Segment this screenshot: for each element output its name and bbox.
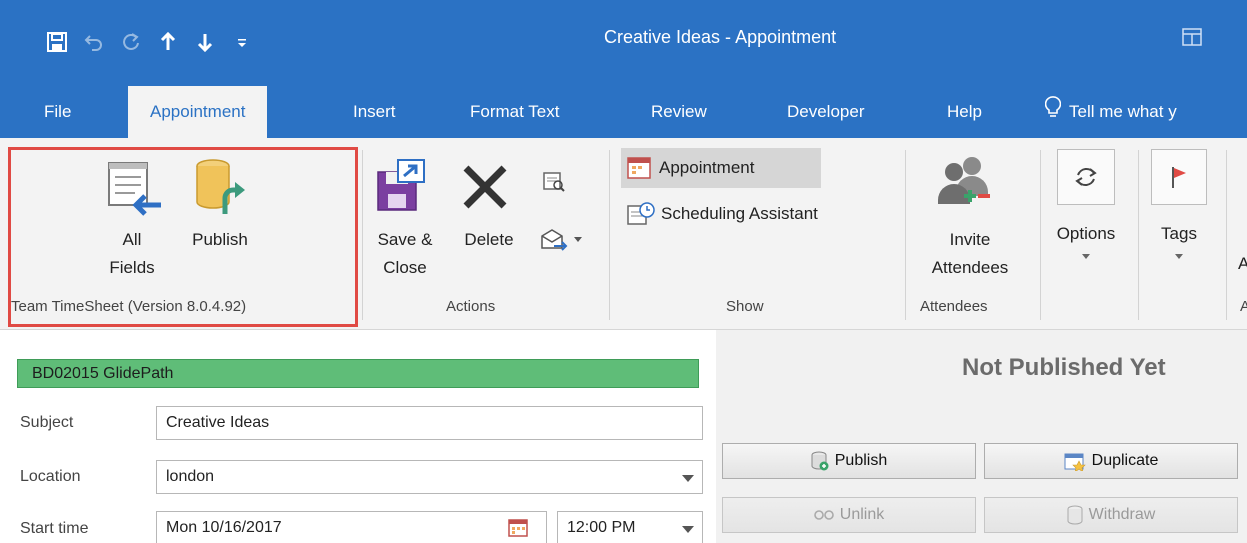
- tab-format-text[interactable]: Format Text: [470, 86, 559, 138]
- save-icon[interactable]: [38, 24, 75, 60]
- invite-attendees-button[interactable]: Invite Attendees: [913, 226, 1027, 282]
- highlight-box: [8, 147, 358, 327]
- tags-label: Tags: [1161, 224, 1197, 243]
- tab-appointment[interactable]: Appointment: [128, 86, 268, 138]
- group-separator: [1226, 150, 1227, 320]
- scheduling-assistant-icon: [627, 202, 655, 225]
- redo-icon[interactable]: [112, 24, 149, 60]
- group-separator: [609, 150, 610, 320]
- cut-off-group-label: A: [1240, 298, 1247, 315]
- forward-dropdown-icon[interactable]: [540, 228, 582, 252]
- unlink-icon: [813, 510, 834, 520]
- title-bar: Creative Ideas - Appointment: [0, 0, 1247, 86]
- start-time-value: 12:00 PM: [567, 519, 636, 536]
- group-separator: [362, 150, 363, 320]
- options-label: Options: [1056, 224, 1116, 243]
- panel-duplicate-label: Duplicate: [1091, 452, 1159, 469]
- group-separator: [1040, 150, 1041, 320]
- start-time-label: Start time: [20, 520, 89, 537]
- duplicate-icon: [1064, 453, 1086, 471]
- customize-qat-icon[interactable]: [223, 24, 260, 60]
- tags-button[interactable]: Tags: [1151, 220, 1207, 262]
- undo-icon[interactable]: [75, 24, 112, 60]
- panel-unlink-label: Unlink: [839, 506, 885, 523]
- location-value: london: [166, 468, 215, 485]
- location-dropdown-icon[interactable]: [682, 475, 694, 482]
- invite-attendees-icon: [936, 154, 992, 215]
- start-time-dropdown-icon[interactable]: [682, 526, 694, 533]
- tags-flag-icon: [1151, 149, 1207, 205]
- tags-dropdown-icon: [1151, 248, 1207, 262]
- panel-withdraw-label: Withdraw: [1088, 506, 1156, 523]
- invite-label-2: Attendees: [931, 258, 1009, 277]
- withdraw-icon: [1067, 505, 1083, 525]
- calendar-picker-icon[interactable]: [508, 518, 528, 543]
- save-close-label-1: Save &: [377, 230, 433, 249]
- show-group-label: Show: [726, 298, 764, 315]
- cut-off-button-label: A: [1238, 254, 1247, 273]
- location-label: Location: [20, 468, 81, 485]
- publish-status: Not Published Yet: [962, 354, 1166, 381]
- group-separator: [905, 150, 906, 320]
- window-title: Creative Ideas - Appointment: [604, 27, 837, 47]
- location-combobox[interactable]: london: [156, 460, 703, 494]
- invite-label-1: Invite: [949, 230, 991, 249]
- lightbulb-icon: [1044, 87, 1062, 139]
- options-button[interactable]: Options: [1048, 220, 1124, 262]
- appointment-view-label: Appointment: [659, 158, 755, 177]
- arrow-up-icon[interactable]: [149, 24, 186, 60]
- subject-input[interactable]: Creative Ideas: [156, 406, 703, 440]
- category-bar: BD02015 GlidePath: [17, 359, 699, 388]
- panel-withdraw-button[interactable]: Withdraw: [984, 497, 1238, 533]
- appointment-icon: [627, 157, 651, 179]
- arrow-down-icon[interactable]: [186, 24, 223, 60]
- tab-developer[interactable]: Developer: [787, 86, 865, 138]
- options-icon: [1057, 149, 1115, 205]
- panel-duplicate-button[interactable]: Duplicate: [984, 443, 1238, 479]
- delete-button[interactable]: Delete: [453, 226, 525, 254]
- save-close-label-2: Close: [383, 258, 427, 277]
- tab-help[interactable]: Help: [947, 86, 982, 138]
- panel-publish-button[interactable]: Publish: [722, 443, 976, 479]
- tab-file[interactable]: File: [44, 86, 71, 138]
- ribbon-display-options-icon[interactable]: [1182, 28, 1204, 48]
- panel-unlink-button[interactable]: Unlink: [722, 497, 976, 533]
- actions-group-label: Actions: [446, 298, 496, 315]
- start-date-input[interactable]: Mon 10/16/2017: [156, 511, 547, 543]
- quick-access-toolbar: [38, 24, 260, 60]
- panel-publish-label: Publish: [834, 452, 888, 469]
- attendees-group-label: Attendees: [920, 298, 988, 315]
- start-date-value: Mon 10/16/2017: [166, 519, 282, 536]
- ribbon-tabs: File Appointment Insert Format Text Revi…: [0, 86, 1247, 138]
- tell-me-search[interactable]: Tell me what y: [1044, 86, 1177, 139]
- scheduling-assistant-label: Scheduling Assistant: [661, 204, 818, 223]
- group-separator: [1138, 150, 1139, 320]
- delete-icon: [462, 164, 508, 215]
- tab-review[interactable]: Review: [651, 86, 707, 138]
- calendar-view-icon[interactable]: [542, 170, 566, 197]
- save-close-icon: [376, 158, 428, 219]
- scheduling-assistant-button[interactable]: Scheduling Assistant: [627, 202, 818, 226]
- options-dropdown-icon: [1048, 248, 1124, 262]
- publish-db-icon: [811, 451, 829, 471]
- save-close-button[interactable]: Save & Close: [366, 226, 444, 282]
- subject-label: Subject: [20, 414, 74, 431]
- appointment-view-button[interactable]: Appointment: [621, 148, 821, 188]
- start-time-combobox[interactable]: 12:00 PM: [557, 511, 703, 543]
- tab-insert[interactable]: Insert: [353, 86, 396, 138]
- tell-me-label: Tell me what y: [1069, 102, 1177, 121]
